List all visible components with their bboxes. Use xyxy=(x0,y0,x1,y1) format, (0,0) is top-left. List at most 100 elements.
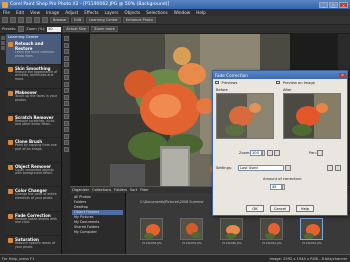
eraser-tool-icon[interactable] xyxy=(63,114,69,119)
thumbnail[interactable] xyxy=(140,218,163,240)
before-preview[interactable] xyxy=(216,93,274,139)
redo-icon[interactable] xyxy=(42,17,48,23)
warp-tool-icon[interactable] xyxy=(63,146,69,152)
shape-tool-icon[interactable] xyxy=(63,133,69,139)
paint-brush-tool-icon[interactable] xyxy=(63,107,69,113)
minimize-button[interactable]: _ xyxy=(319,1,328,8)
menu-adjust[interactable]: Adjust xyxy=(65,10,78,15)
browse-button[interactable]: Browse xyxy=(50,17,70,23)
dodge-tool-icon[interactable] xyxy=(63,101,69,106)
lc-item-clone-brush[interactable]: Clone Brush Paint by copying from one par… xyxy=(6,138,61,163)
learning-center-button[interactable]: Learning Center xyxy=(86,17,121,23)
thumbnail[interactable] xyxy=(260,218,283,240)
amount-spinner[interactable] xyxy=(282,184,285,190)
previews-checkbox[interactable] xyxy=(215,80,219,85)
amount-input[interactable]: 45 xyxy=(270,184,282,190)
scratch-remover-tool-icon[interactable] xyxy=(63,94,69,100)
straighten-tool-icon[interactable] xyxy=(63,68,69,74)
preview-on-image-label: Preview on Image xyxy=(282,80,315,85)
save-icon[interactable] xyxy=(18,17,24,23)
selection-tool-icon[interactable] xyxy=(63,49,69,54)
palette-icon[interactable] xyxy=(1,41,5,45)
dialog-close-button[interactable]: × xyxy=(339,72,346,78)
text-tool-icon[interactable] xyxy=(63,127,69,132)
menu-bar: File Edit View Image Adjust Effects Laye… xyxy=(0,9,350,16)
menu-window[interactable]: Window xyxy=(174,10,191,15)
cancel-button[interactable]: Cancel xyxy=(270,205,290,212)
lc-item-fade-correction[interactable]: Fade Correction Restore faded photos with… xyxy=(6,212,61,236)
pan-icon[interactable] xyxy=(317,150,323,156)
new-icon[interactable] xyxy=(2,17,8,23)
zoom-out-icon[interactable] xyxy=(274,150,280,156)
enhance-photo-button[interactable]: Enhance Photo xyxy=(122,17,156,23)
eyedropper-tool-icon[interactable] xyxy=(63,55,69,61)
object-remover-icon xyxy=(8,164,13,170)
folders-tab[interactable]: Folders xyxy=(114,188,127,192)
edit-button[interactable]: Edit xyxy=(71,17,85,23)
collections-tab[interactable]: Collections xyxy=(92,188,111,192)
folder-item[interactable]: My Computer xyxy=(72,230,123,235)
makeover-icon xyxy=(8,91,13,96)
undo-icon[interactable] xyxy=(34,17,40,23)
makeover-tool-icon[interactable] xyxy=(63,81,69,87)
flood-fill-tool-icon[interactable] xyxy=(63,120,69,126)
reset-icon[interactable] xyxy=(335,165,341,171)
clone-brush-tool-icon[interactable] xyxy=(63,88,69,93)
menu-effects[interactable]: Effects xyxy=(84,10,98,15)
presets-dropdown[interactable] xyxy=(18,26,25,32)
fade-correction-icon xyxy=(8,213,13,219)
menu-objects[interactable]: Objects xyxy=(124,10,140,15)
settings-dropdown[interactable]: Last Used xyxy=(238,165,284,171)
zoom-in-icon[interactable] xyxy=(267,150,273,156)
chevron-down-icon[interactable] xyxy=(285,165,291,171)
tools-toolbar xyxy=(62,34,70,254)
lc-item-makeover[interactable]: Makeover Touch up the faces in your photo… xyxy=(6,89,61,114)
filter-button[interactable]: Filter xyxy=(140,188,149,192)
pick-tool-icon[interactable] xyxy=(63,42,69,48)
red-eye-tool-icon[interactable] xyxy=(63,75,69,80)
zoom-spinner[interactable] xyxy=(262,150,265,156)
menu-view[interactable]: View xyxy=(30,10,40,15)
color-changer-icon xyxy=(8,189,13,194)
menu-file[interactable]: File xyxy=(3,10,10,15)
thumbnail[interactable] xyxy=(220,218,243,240)
maximize-button[interactable]: □ xyxy=(329,1,338,8)
pan-tool-icon[interactable] xyxy=(63,36,69,41)
lc-item-scratch-remover[interactable]: Scratch Remover Remove scratches, nicks a… xyxy=(6,114,61,138)
zoom-input[interactable]: 50 xyxy=(47,26,62,32)
lc-item-color-changer[interactable]: Color Changer Change the color of entire … xyxy=(6,187,61,212)
menu-help[interactable]: Help xyxy=(196,10,206,15)
crop-tool-icon[interactable] xyxy=(63,62,69,67)
save-preset-icon[interactable] xyxy=(327,165,333,171)
lc-item-skin-smoothing[interactable]: Skin Smoothing Reduce the appearance of w… xyxy=(6,65,61,89)
menu-selections[interactable]: Selections xyxy=(146,10,167,15)
pen-tool-icon[interactable] xyxy=(63,140,69,145)
menu-image[interactable]: Image xyxy=(46,10,59,15)
palette-icon[interactable] xyxy=(1,36,5,40)
zoom-input[interactable]: 100 xyxy=(250,150,262,156)
ok-button[interactable]: OK xyxy=(246,205,264,212)
sort-button[interactable]: Sort xyxy=(130,188,137,192)
lc-item-retouch[interactable]: Retouch and Restore Learn the most common… xyxy=(6,40,61,65)
palette-icon[interactable] xyxy=(1,46,5,50)
thumbnail-caption: P1190059.JPG xyxy=(182,241,202,245)
window-title: Corel Paint Shop Pro Photo X2 - [P119006… xyxy=(10,2,170,7)
organizer-tab[interactable]: Organizer xyxy=(72,188,89,192)
thumbnail[interactable] xyxy=(180,218,203,240)
close-button[interactable]: × xyxy=(339,1,348,8)
open-icon[interactable] xyxy=(10,17,16,23)
after-label: After xyxy=(283,88,292,92)
print-icon[interactable] xyxy=(26,17,32,23)
retouch-icon xyxy=(8,42,13,47)
app-icon xyxy=(2,1,8,8)
thumbnail-selected[interactable] xyxy=(300,218,323,240)
clone-brush-icon xyxy=(8,140,13,145)
after-preview[interactable] xyxy=(283,93,341,139)
menu-layers[interactable]: Layers xyxy=(105,10,119,15)
help-button[interactable]: Help xyxy=(296,205,314,212)
preview-on-image-checkbox[interactable] xyxy=(276,80,280,85)
lc-item-object-remover[interactable]: Object Remover Cover unwanted objects wit… xyxy=(6,163,61,187)
menu-edit[interactable]: Edit xyxy=(16,10,24,15)
zoom-more-button[interactable]: Zoom more xyxy=(91,26,118,32)
actual-size-button[interactable]: Actual Size xyxy=(63,26,90,32)
